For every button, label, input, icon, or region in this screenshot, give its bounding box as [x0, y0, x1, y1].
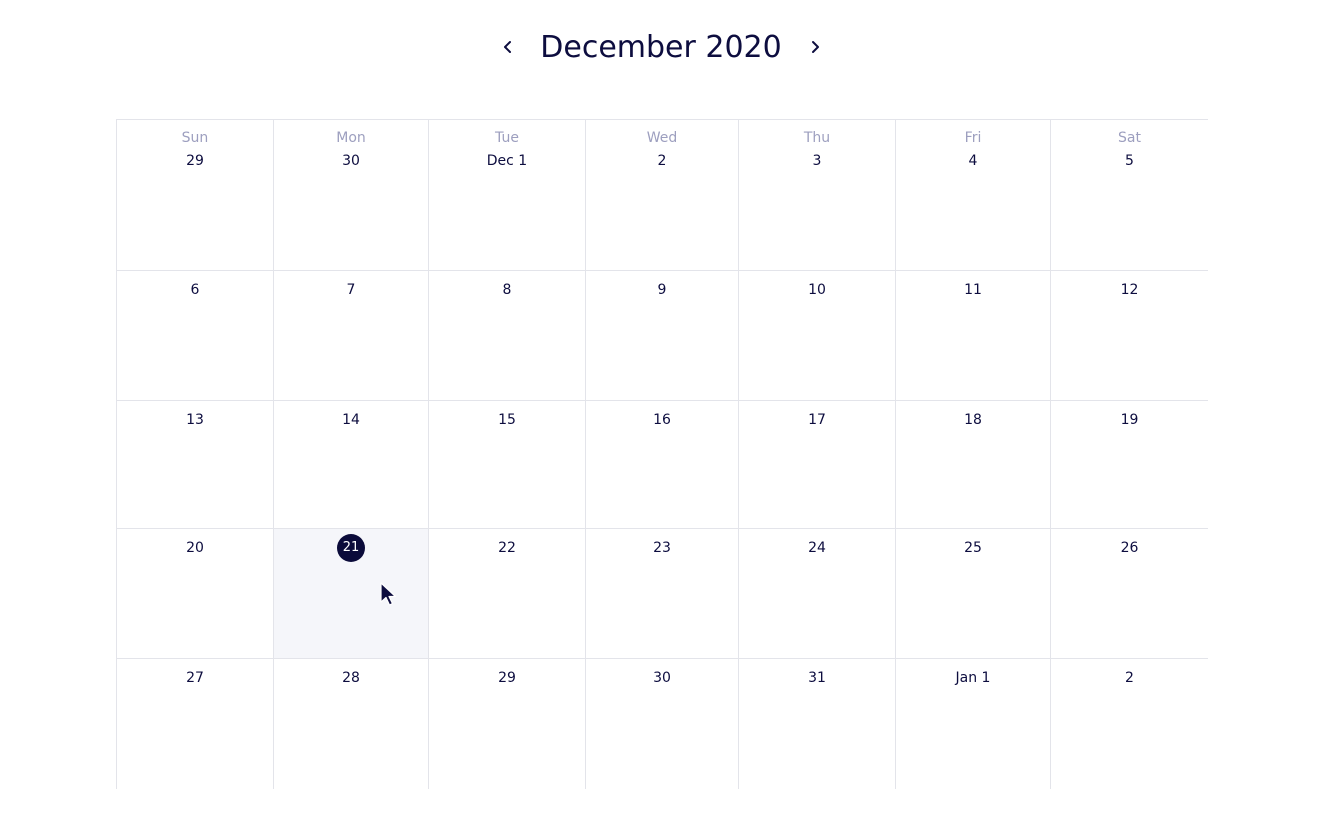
day-number: 28	[342, 670, 360, 686]
day-number: 27	[186, 670, 204, 686]
day-number: 18	[964, 412, 982, 428]
day-number: 15	[498, 412, 516, 428]
day-cell[interactable]: Tue Dec 1	[429, 120, 586, 271]
day-cell[interactable]: Jan 1	[896, 659, 1051, 789]
day-number: 22	[498, 540, 516, 556]
day-cell[interactable]: 31	[739, 659, 896, 789]
day-number: 31	[808, 670, 826, 686]
day-cell[interactable]: 14	[274, 401, 429, 529]
day-number: 12	[1120, 282, 1139, 298]
calendar-header: December 2020	[0, 0, 1317, 100]
day-cell[interactable]: Fri 4	[896, 120, 1051, 271]
day-cell[interactable]: Thu 3	[739, 120, 896, 271]
day-number: 11	[964, 282, 982, 298]
day-cell[interactable]: 8	[429, 271, 586, 401]
month-grid: Sun 29 Mon 30 Tue Dec 1 Wed 2 Thu 3 Fri 4 Sat 5 6 7 8 9 10…	[116, 119, 1208, 789]
day-cell[interactable]: 23	[586, 529, 739, 659]
weekday-label: Fri	[964, 130, 982, 146]
day-number: 13	[186, 412, 204, 428]
day-cell[interactable]: 25	[896, 529, 1051, 659]
day-number: 3	[812, 153, 822, 169]
day-cell[interactable]: 30	[586, 659, 739, 789]
day-cell[interactable]: 12	[1051, 271, 1208, 401]
day-number: 2	[1125, 670, 1134, 686]
day-number: 14	[342, 412, 360, 428]
day-number: 30	[653, 670, 671, 686]
weekday-label: Thu	[803, 130, 831, 146]
chevron-left-icon	[501, 40, 515, 57]
day-cell[interactable]: 15	[429, 401, 586, 529]
weekday-label: Tue	[495, 130, 519, 146]
day-cell[interactable]: 17	[739, 401, 896, 529]
day-number: 25	[964, 540, 982, 556]
day-cell[interactable]: 19	[1051, 401, 1208, 529]
day-number: 2	[657, 153, 667, 169]
day-cell[interactable]: 28	[274, 659, 429, 789]
today-badge: 21	[337, 534, 365, 562]
day-number: 5	[1125, 153, 1134, 169]
day-number: 8	[502, 282, 512, 298]
weekday-label: Wed	[646, 130, 678, 146]
weekday-label: Mon	[336, 130, 366, 146]
day-number: 23	[653, 540, 671, 556]
day-cell[interactable]: Wed 2	[586, 120, 739, 271]
day-number: 7	[346, 282, 356, 298]
day-number: 20	[186, 540, 204, 556]
day-number: Dec 1	[486, 153, 528, 169]
day-cell-today[interactable]: 21	[274, 529, 429, 659]
day-number: Jan 1	[955, 670, 991, 686]
day-number: 26	[1120, 540, 1139, 556]
day-cell[interactable]: 13	[117, 401, 274, 529]
day-number: 19	[1120, 412, 1139, 428]
day-cell[interactable]: 11	[896, 271, 1051, 401]
day-number: 16	[653, 412, 671, 428]
weekday-label: Sun	[181, 130, 209, 146]
month-title: December 2020	[540, 30, 782, 65]
day-cell[interactable]: 22	[429, 529, 586, 659]
day-cell[interactable]: 7	[274, 271, 429, 401]
day-number: 9	[657, 282, 667, 298]
next-month-button[interactable]	[795, 28, 835, 68]
day-cell[interactable]: Sun 29	[117, 120, 274, 271]
day-number: 6	[190, 282, 200, 298]
day-cell[interactable]: Sat 5	[1051, 120, 1208, 271]
day-cell[interactable]: 10	[739, 271, 896, 401]
day-cell[interactable]: 16	[586, 401, 739, 529]
day-cell[interactable]: 26	[1051, 529, 1208, 659]
day-cell[interactable]: 18	[896, 401, 1051, 529]
day-number: 24	[808, 540, 826, 556]
day-cell[interactable]: 24	[739, 529, 896, 659]
day-number: 4	[968, 153, 978, 169]
day-cell[interactable]: 20	[117, 529, 274, 659]
previous-month-button[interactable]	[488, 28, 528, 68]
day-cell[interactable]: 9	[586, 271, 739, 401]
weekday-label: Sat	[1118, 130, 1141, 146]
day-cell[interactable]: 29	[429, 659, 586, 789]
day-cell[interactable]: 6	[117, 271, 274, 401]
day-cell[interactable]: 27	[117, 659, 274, 789]
day-number: 17	[808, 412, 826, 428]
day-number: 10	[808, 282, 826, 298]
day-cell[interactable]: Mon 30	[274, 120, 429, 271]
day-number: 30	[342, 153, 360, 169]
chevron-right-icon	[808, 40, 822, 57]
day-cell[interactable]: 2	[1051, 659, 1208, 789]
day-number: 29	[186, 153, 204, 169]
day-number: 29	[498, 670, 516, 686]
